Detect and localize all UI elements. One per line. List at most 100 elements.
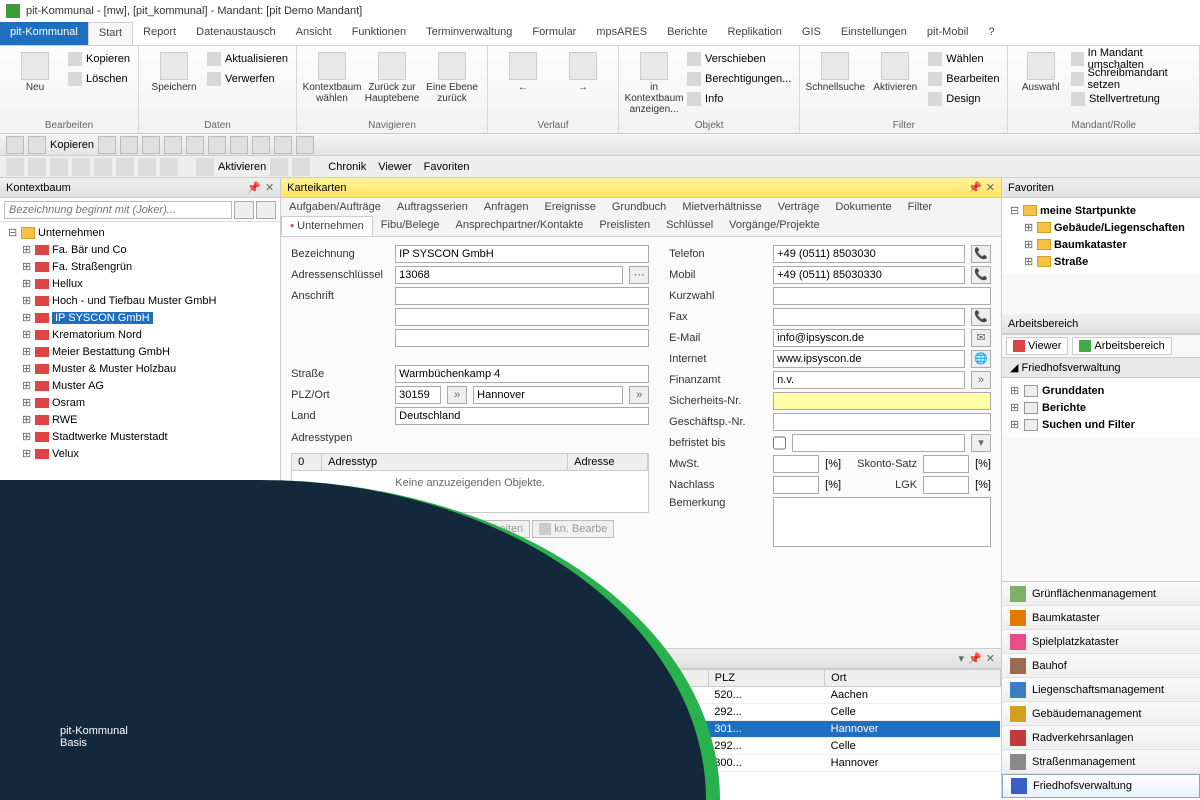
tb-button[interactable] bbox=[160, 158, 178, 176]
mail-icon[interactable]: ✉ bbox=[971, 329, 991, 347]
tab-mietverhltnisse[interactable]: Mietverhältnisse bbox=[674, 198, 769, 216]
tree-item[interactable]: ⊞Osram bbox=[4, 394, 276, 411]
close-icon[interactable]: ✕ bbox=[265, 181, 274, 194]
module-spielplatzkataster[interactable]: Spielplatzkataster bbox=[1002, 630, 1200, 654]
tb-button[interactable] bbox=[196, 158, 214, 176]
search-options-button[interactable] bbox=[234, 201, 254, 219]
tree-item[interactable]: ⊞Stadtwerke Musterstadt bbox=[4, 428, 276, 445]
ribbon-stellvertretung[interactable]: Stellvertretung bbox=[1071, 90, 1191, 108]
qat-button[interactable] bbox=[120, 136, 138, 154]
tree-item[interactable]: ⊞Meier Bestattung GmbH bbox=[4, 343, 276, 360]
input-mwst[interactable] bbox=[773, 455, 819, 473]
input-nachlass[interactable] bbox=[773, 476, 819, 494]
tab-preislisten[interactable]: Preislisten bbox=[591, 216, 658, 236]
tb-button[interactable] bbox=[138, 158, 156, 176]
module-liegenschaftsmanagement[interactable]: Liegenschaftsmanagement bbox=[1002, 678, 1200, 702]
menu-mpsares[interactable]: mpsARES bbox=[586, 22, 657, 45]
input-lgk[interactable] bbox=[923, 476, 969, 494]
close-icon[interactable]: ✕ bbox=[986, 181, 995, 194]
ribbon-whlen[interactable]: Wählen bbox=[928, 50, 999, 68]
input-sicherheit[interactable] bbox=[773, 392, 991, 410]
module-friedhofsverwaltung[interactable]: Friedhofsverwaltung bbox=[1002, 774, 1200, 798]
menu-funktionen[interactable]: Funktionen bbox=[342, 22, 416, 45]
ribbon-kopieren[interactable]: Kopieren bbox=[68, 50, 130, 68]
qat-kopieren[interactable]: Kopieren bbox=[50, 139, 94, 151]
menu-report[interactable]: Report bbox=[133, 22, 186, 45]
kontext-search-input[interactable] bbox=[4, 201, 232, 219]
tb-button[interactable] bbox=[116, 158, 134, 176]
input-fax[interactable] bbox=[773, 308, 965, 326]
qat-button[interactable] bbox=[6, 136, 24, 154]
module-grnflchenmanagement[interactable]: Grünflächenmanagement bbox=[1002, 582, 1200, 606]
qat-button[interactable] bbox=[296, 136, 314, 154]
tree-item[interactable]: ⊞Krematorium Nord bbox=[4, 326, 276, 343]
tree-item[interactable]: ⊞Fa. Bär und Co bbox=[4, 241, 276, 258]
tab-vorgngeprojekte[interactable]: Vorgänge/Projekte bbox=[721, 216, 828, 236]
ribbon-verwerfen[interactable]: Verwerfen bbox=[207, 70, 288, 88]
plz-lookup-button[interactable]: » bbox=[447, 386, 467, 404]
phone-icon[interactable]: 📞 bbox=[971, 266, 991, 284]
input-anschrift-1[interactable] bbox=[395, 287, 649, 305]
lookup-button[interactable]: ⋯ bbox=[629, 266, 649, 284]
tree-item[interactable]: ⊞Muster & Muster Holzbau bbox=[4, 360, 276, 377]
ribbon-inkontextbaumanzeigen[interactable]: in Kontextbaumanzeigen... bbox=[627, 48, 681, 115]
tab-schlssel[interactable]: Schlüssel bbox=[658, 216, 721, 236]
tab-unternehmen[interactable]: ▪ Unternehmen bbox=[281, 216, 373, 236]
ribbon-kontextbaumwhlen[interactable]: Kontextbaumwählen bbox=[305, 48, 359, 104]
menu-replikation[interactable]: Replikation bbox=[717, 22, 791, 45]
grid-col[interactable]: Ort bbox=[825, 670, 1001, 687]
tb-button[interactable] bbox=[72, 158, 90, 176]
menu-einstellungen[interactable]: Einstellungen bbox=[831, 22, 917, 45]
qat-button[interactable] bbox=[98, 136, 116, 154]
tb-button[interactable] bbox=[94, 158, 112, 176]
fav-item[interactable]: ⊞Gebäude/Liegenschaften bbox=[1006, 219, 1196, 236]
input-adressschluessel[interactable] bbox=[395, 266, 623, 284]
input-land[interactable] bbox=[395, 407, 649, 425]
phone-icon[interactable]: 📞 bbox=[971, 308, 991, 326]
qat-button[interactable] bbox=[208, 136, 226, 154]
tree-item[interactable]: ⊞Hoch - und Tiefbau Muster GmbH bbox=[4, 292, 276, 309]
menu-terminverwaltung[interactable]: Terminverwaltung bbox=[416, 22, 522, 45]
close-icon[interactable]: ✕ bbox=[986, 652, 995, 665]
input-finanzamt[interactable] bbox=[773, 371, 965, 389]
worktree-item[interactable]: ⊞Berichte bbox=[1010, 399, 1192, 416]
tree-item[interactable]: ⊞Muster AG bbox=[4, 377, 276, 394]
input-plz[interactable] bbox=[395, 386, 441, 404]
input-telefon[interactable] bbox=[773, 245, 965, 263]
worktree-item[interactable]: ⊞Suchen und Filter bbox=[1010, 416, 1192, 433]
input-mobil[interactable] bbox=[773, 266, 965, 284]
tb-button[interactable] bbox=[6, 158, 24, 176]
input-geschaeft[interactable] bbox=[773, 413, 991, 431]
ribbon-design[interactable]: Design bbox=[928, 90, 999, 108]
ribbon-zurckzurhauptebene[interactable]: Zurück zurHauptebene bbox=[365, 48, 419, 104]
tab-aufgabenauftrge[interactable]: Aufgaben/Aufträge bbox=[281, 198, 389, 216]
ribbon-aktivieren[interactable]: Aktivieren bbox=[868, 48, 922, 93]
ribbon-[interactable]: ← bbox=[496, 48, 550, 93]
tab-fibubelege[interactable]: Fibu/Belege bbox=[373, 216, 448, 236]
menu-gis[interactable]: GIS bbox=[792, 22, 831, 45]
menu-pitkommunal[interactable]: pit-Kommunal bbox=[0, 22, 88, 45]
module-radverkehrsanlagen[interactable]: Radverkehrsanlagen bbox=[1002, 726, 1200, 750]
ribbon-verschieben[interactable]: Verschieben bbox=[687, 50, 791, 68]
tab-auftragsserien[interactable]: Auftragsserien bbox=[389, 198, 476, 216]
tb-button[interactable] bbox=[50, 158, 68, 176]
qat-button[interactable] bbox=[274, 136, 292, 154]
tb-button[interactable] bbox=[270, 158, 288, 176]
tree-item[interactable]: ⊞Velux bbox=[4, 445, 276, 462]
col-adresstyp[interactable]: Adresstyp bbox=[322, 454, 568, 470]
qat-button[interactable] bbox=[164, 136, 182, 154]
tab-ansprechpartnerkontakte[interactable]: Ansprechpartner/Kontakte bbox=[448, 216, 592, 236]
ribbon-lschen[interactable]: Löschen bbox=[68, 70, 130, 88]
tab-vertrge[interactable]: Verträge bbox=[770, 198, 828, 216]
qat-button[interactable] bbox=[186, 136, 204, 154]
module-straenmanagement[interactable]: Straßenmanagement bbox=[1002, 750, 1200, 774]
menu-datenaustausch[interactable]: Datenaustausch bbox=[186, 22, 286, 45]
qat-button[interactable] bbox=[28, 136, 46, 154]
lookup-button[interactable]: » bbox=[971, 371, 991, 389]
dropdown-icon[interactable]: ▾ bbox=[959, 652, 965, 665]
ribbon-aktualisieren[interactable]: Aktualisieren bbox=[207, 50, 288, 68]
tree-item[interactable]: ⊞Hellux bbox=[4, 275, 276, 292]
col-0[interactable]: 0 bbox=[292, 454, 322, 470]
module-baumkataster[interactable]: Baumkataster bbox=[1002, 606, 1200, 630]
col-adresse[interactable]: Adresse bbox=[568, 454, 648, 470]
